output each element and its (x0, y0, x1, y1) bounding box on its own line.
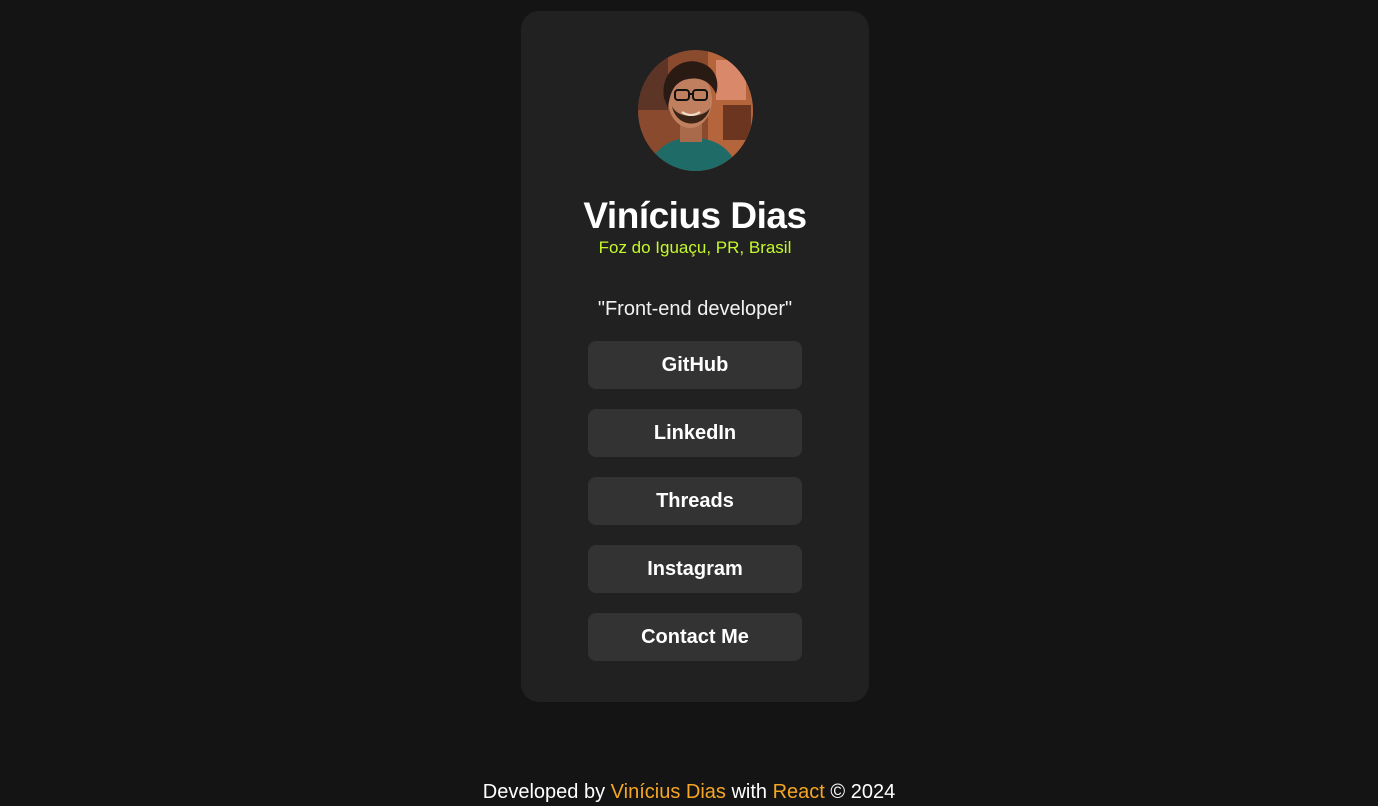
footer-middle: with (725, 781, 773, 803)
avatar (638, 50, 753, 171)
profile-bio: "Front-end developer" (597, 298, 793, 320)
footer-author-link[interactable]: Vinícius Dias (611, 781, 726, 803)
links-list: GitHub LinkedIn Threads Instagram Contac… (588, 341, 802, 681)
contact-me-button[interactable]: Contact Me (588, 613, 802, 661)
footer-framework-link[interactable]: React (773, 781, 825, 803)
footer: Developed by Vinícius Dias with React © … (0, 779, 1378, 805)
footer-suffix: © 2024 (824, 781, 896, 803)
github-link-button[interactable]: GitHub (588, 341, 802, 389)
footer-prefix: Developed by (482, 781, 611, 803)
linkedin-link-button[interactable]: LinkedIn (588, 409, 802, 457)
page: Vinícius Dias Foz do Iguaçu, PR, Brasil … (0, 0, 1378, 806)
profile-card: Vinícius Dias Foz do Iguaçu, PR, Brasil … (521, 11, 869, 702)
profile-location: Foz do Iguaçu, PR, Brasil (598, 238, 792, 257)
threads-link-button[interactable]: Threads (588, 477, 802, 525)
profile-name: Vinícius Dias (583, 195, 807, 236)
instagram-link-button[interactable]: Instagram (588, 545, 802, 593)
